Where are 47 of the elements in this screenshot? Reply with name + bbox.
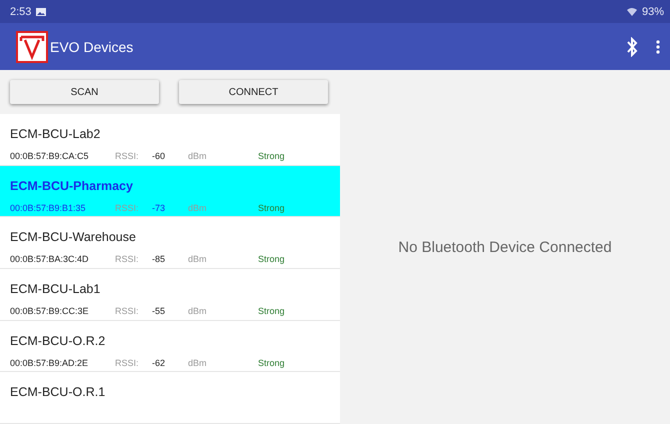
wifi-icon bbox=[626, 8, 637, 16]
more-icon[interactable] bbox=[656, 40, 660, 54]
device-name: ECM-BCU-Warehouse bbox=[10, 230, 137, 246]
device-name: ECM-BCU-Pharmacy bbox=[10, 178, 134, 195]
device-row[interactable]: ECM-BCU-Lab1 00:0B:57:B9:CC:3E RSSI: -55 dBm Strong bbox=[0, 269, 340, 321]
signal-strength: Strong bbox=[258, 358, 285, 368]
mac-address: 00:0B:57:BA:3C:4D bbox=[10, 254, 90, 264]
device-name: ECM-BCU-O.R.2 bbox=[10, 334, 106, 350]
image-icon bbox=[36, 8, 46, 16]
unit-label: dBm bbox=[188, 151, 208, 161]
rssi-label: RSSI: bbox=[115, 254, 140, 264]
mac-address: 00:0B:57:B9:CA:C5 bbox=[10, 151, 90, 161]
device-name: ECM-BCU-Lab2 bbox=[10, 127, 102, 143]
rssi-label: RSSI: bbox=[115, 202, 140, 213]
unit-label: dBm bbox=[188, 254, 208, 264]
connect-button[interactable]: CONNECT bbox=[179, 80, 328, 104]
rssi-value: -73 bbox=[152, 202, 166, 213]
bluetooth-icon[interactable] bbox=[626, 36, 638, 56]
battery-percent: 93% bbox=[642, 6, 664, 18]
connection-status: No Bluetooth Device Connected bbox=[398, 238, 612, 256]
unit-label: dBm bbox=[188, 306, 208, 316]
unit-label: dBm bbox=[188, 202, 208, 213]
device-row[interactable]: ECM-BCU-O.R.1 bbox=[0, 372, 340, 424]
signal-strength: Strong bbox=[258, 202, 285, 213]
device-row[interactable]: ECM-BCU-O.R.2 00:0B:57:B9:AD:2E RSSI: -62 dBm Strong bbox=[0, 320, 340, 372]
mac-address: 00:0B:57:B9:CC:3E bbox=[10, 306, 90, 316]
device-name: ECM-BCU-O.R.1 bbox=[10, 385, 106, 402]
mac-address: 00:0B:57:B9:AD:2E bbox=[10, 358, 90, 368]
mac-address: 00:0B:57:B9:B1:35 bbox=[10, 202, 87, 213]
unit-label: dBm bbox=[188, 358, 208, 368]
signal-strength: Strong bbox=[258, 151, 285, 161]
rssi-label: RSSI: bbox=[115, 306, 140, 316]
rssi-value: -85 bbox=[152, 254, 166, 264]
rssi-value: -55 bbox=[152, 306, 166, 316]
logo-icon bbox=[16, 30, 48, 62]
rssi-value: -62 bbox=[152, 358, 166, 368]
rssi-label: RSSI: bbox=[115, 151, 140, 161]
rssi-label: RSSI: bbox=[115, 358, 140, 368]
rssi-value: -60 bbox=[152, 151, 166, 161]
signal-strength: Strong bbox=[258, 254, 285, 264]
app-title: EVO Devices bbox=[50, 38, 134, 54]
scan-button[interactable]: SCAN bbox=[10, 80, 159, 104]
device-row[interactable]: ECM-BCU-Pharmacy 00:0B:57:B9:B1:35 RSSI: -73 dBm Strong bbox=[0, 166, 340, 218]
clock: 2:53 bbox=[10, 6, 32, 18]
signal-strength: Strong bbox=[258, 306, 285, 316]
device-name: ECM-BCU-Lab1 bbox=[10, 282, 102, 298]
device-row[interactable]: ECM-BCU-Warehouse 00:0B:57:BA:3C:4D RSSI: -85 dBm Strong bbox=[0, 217, 340, 270]
